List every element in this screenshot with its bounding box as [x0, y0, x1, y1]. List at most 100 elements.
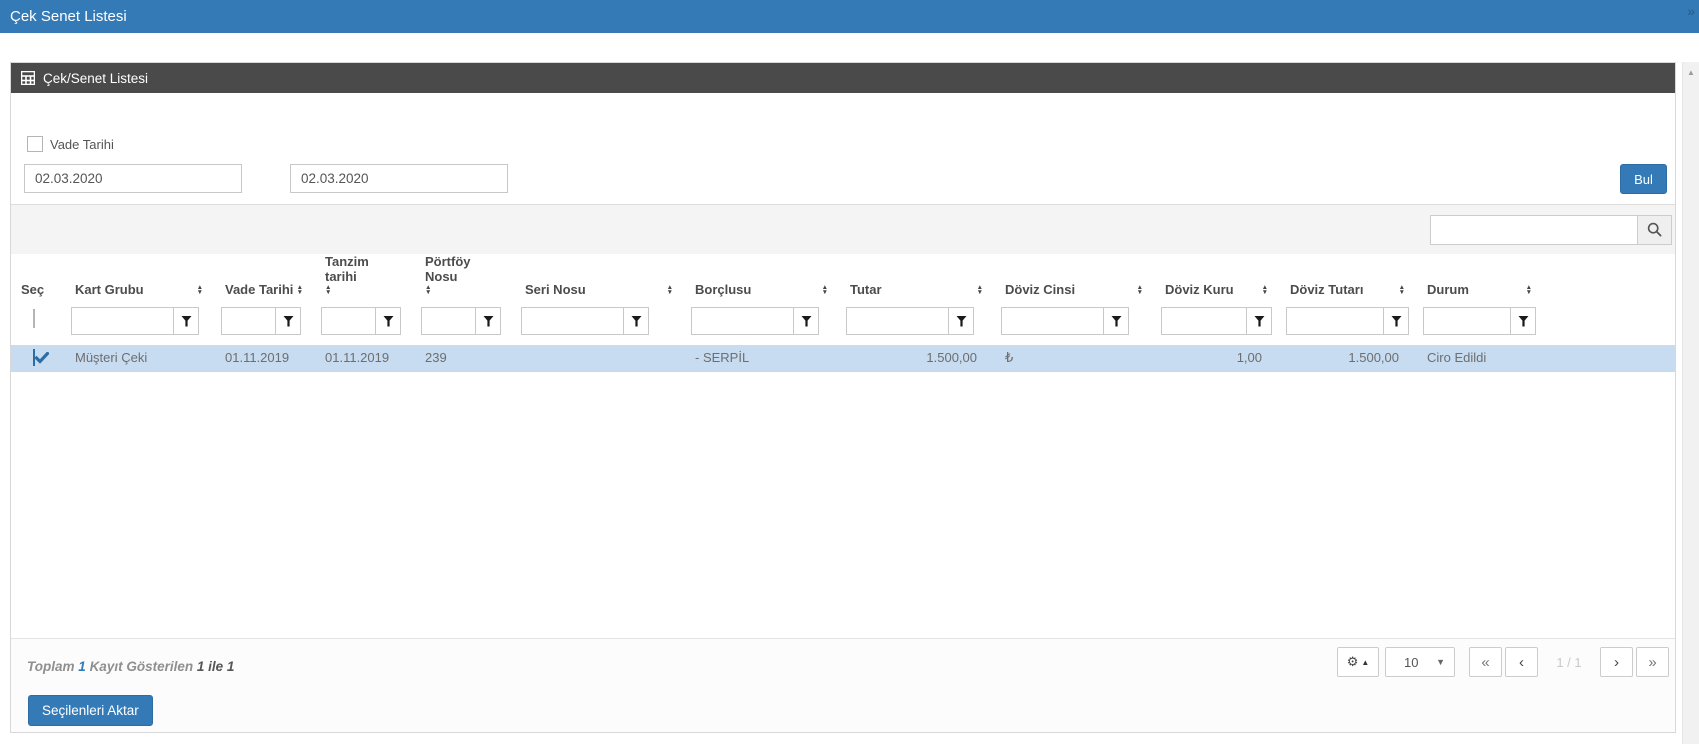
- filter-button[interactable]: [1103, 307, 1129, 335]
- table-search-input[interactable]: [1430, 215, 1637, 245]
- column-header-doviz-kuru[interactable]: Döviz Kuru ▲▼: [1151, 254, 1276, 305]
- cek-senet-panel: Çek/Senet Listesi Vade Tarihi Bul: [10, 62, 1676, 733]
- page-size-select[interactable]: 10 ▼: [1385, 647, 1455, 677]
- cell-borclusu: - SERPİL: [681, 343, 836, 371]
- table-toolbar: [11, 204, 1675, 254]
- page-scrollbar[interactable]: ▲: [1682, 62, 1699, 744]
- column-header-durum[interactable]: Durum ▲▼: [1413, 254, 1540, 305]
- funnel-icon: [181, 316, 192, 327]
- column-header-portfoy-nosu[interactable]: Pörtföy Nosu ▲▼: [411, 254, 511, 305]
- cek-senet-table: Seç Kart Grubu ▲▼ Vade Tarihi ▲▼ Tanzim …: [11, 254, 1675, 372]
- filter-cell-spacer: [1540, 305, 1675, 343]
- funnel-icon: [956, 316, 967, 327]
- filter-button[interactable]: [623, 307, 649, 335]
- next-page-button[interactable]: ›: [1600, 647, 1633, 677]
- column-header-sec: Seç: [11, 254, 61, 305]
- sort-icon[interactable]: ▲▼: [1137, 285, 1143, 297]
- caret-down-icon: ▼: [1436, 657, 1445, 667]
- export-selected-button[interactable]: Seçilenleri Aktar: [28, 695, 153, 726]
- doviz-kuru-filter-input[interactable]: [1161, 307, 1246, 335]
- filter-cell-kart-grubu: [61, 305, 211, 343]
- tutar-filter-input[interactable]: [846, 307, 948, 335]
- filter-button[interactable]: [475, 307, 501, 335]
- row-select-cell: [11, 343, 61, 371]
- filter-cell-tanzim-tarihi: [311, 305, 411, 343]
- column-header-seri-nosu[interactable]: Seri Nosu ▲▼: [511, 254, 681, 305]
- last-page-button[interactable]: »: [1636, 647, 1669, 677]
- table-grid-icon: [21, 71, 35, 85]
- app-header: Çek Senet Listesi »: [0, 0, 1699, 33]
- filter-cell-portfoy-nosu: [411, 305, 511, 343]
- funnel-icon: [631, 316, 642, 327]
- column-header-vade-tarihi[interactable]: Vade Tarihi ▲▼: [211, 254, 311, 305]
- bul-button[interactable]: Bul: [1620, 164, 1667, 194]
- cell-tutar: 1.500,00: [836, 343, 991, 371]
- sort-icon[interactable]: ▲▼: [1399, 285, 1405, 297]
- select-all-checkbox[interactable]: [33, 309, 35, 328]
- table-header-row: Seç Kart Grubu ▲▼ Vade Tarihi ▲▼ Tanzim …: [11, 254, 1675, 305]
- seri-nosu-filter-input[interactable]: [521, 307, 623, 335]
- column-header-spacer: [1540, 254, 1675, 305]
- sort-icon[interactable]: ▲▼: [297, 285, 303, 297]
- column-header-tanzim-tarihi[interactable]: Tanzim tarihi ▲▼: [311, 254, 411, 305]
- funnel-icon: [1111, 316, 1122, 327]
- funnel-icon: [383, 316, 394, 327]
- filter-button[interactable]: [1510, 307, 1536, 335]
- sort-icon[interactable]: ▲▼: [667, 285, 673, 297]
- kart-grubu-filter-input[interactable]: [71, 307, 173, 335]
- doviz-tutari-filter-input[interactable]: [1286, 307, 1383, 335]
- prev-page-button[interactable]: ‹: [1505, 647, 1538, 677]
- cell-tanzim-tarihi: 01.11.2019: [311, 343, 411, 371]
- vade-tarihi-filter-input[interactable]: [221, 307, 275, 335]
- filter-button[interactable]: [275, 307, 301, 335]
- magnifier-icon: [1647, 222, 1662, 237]
- column-header-doviz-tutari[interactable]: Döviz Tutarı ▲▼: [1276, 254, 1413, 305]
- date-from-input[interactable]: [24, 164, 242, 193]
- cell-kart-grubu: Müşteri Çeki: [61, 343, 211, 371]
- column-header-doviz-cinsi[interactable]: Döviz Cinsi ▲▼: [991, 254, 1151, 305]
- sort-icon[interactable]: ▲▼: [325, 285, 331, 297]
- sort-icon[interactable]: ▲▼: [977, 285, 983, 297]
- corner-chevrons-icon: »: [1687, 3, 1695, 19]
- scroll-up-icon[interactable]: ▲: [1683, 68, 1699, 77]
- funnel-icon: [1391, 316, 1402, 327]
- double-chevron-left-icon: «: [1481, 654, 1489, 671]
- funnel-icon: [1254, 316, 1265, 327]
- portfoy-nosu-filter-input[interactable]: [421, 307, 475, 335]
- durum-filter-input[interactable]: [1423, 307, 1510, 335]
- record-summary: Toplam 1 Kayıt Gösterilen 1 ile 1: [27, 659, 234, 674]
- filter-cell-sec: [11, 305, 61, 343]
- sort-icon[interactable]: ▲▼: [425, 285, 431, 297]
- date-to-input[interactable]: [290, 164, 508, 193]
- column-header-borclusu[interactable]: Borçlusu ▲▼: [681, 254, 836, 305]
- first-page-button[interactable]: «: [1469, 647, 1502, 677]
- doviz-cinsi-filter-input[interactable]: [1001, 307, 1103, 335]
- cell-vade-tarihi: 01.11.2019: [211, 343, 311, 371]
- column-header-tutar[interactable]: Tutar ▲▼: [836, 254, 991, 305]
- filter-button[interactable]: [948, 307, 974, 335]
- filter-button[interactable]: [173, 307, 199, 335]
- panel-header: Çek/Senet Listesi: [11, 63, 1675, 93]
- cell-spacer: [1540, 343, 1675, 371]
- column-header-kart-grubu[interactable]: Kart Grubu ▲▼: [61, 254, 211, 305]
- search-button[interactable]: [1637, 215, 1672, 245]
- page-title: Çek Senet Listesi: [10, 8, 127, 25]
- sort-icon[interactable]: ▲▼: [822, 285, 828, 297]
- filter-button[interactable]: [375, 307, 401, 335]
- table-row[interactable]: Müşteri Çeki 01.11.2019 01.11.2019 239 -…: [11, 343, 1675, 371]
- filter-button[interactable]: [1246, 307, 1272, 335]
- data-table-wrap: Seç Kart Grubu ▲▼ Vade Tarihi ▲▼ Tanzim …: [11, 254, 1675, 372]
- borclusu-filter-input[interactable]: [691, 307, 793, 335]
- record-range: 1 ile 1: [197, 659, 235, 674]
- sort-icon[interactable]: ▲▼: [197, 285, 203, 297]
- table-settings-button[interactable]: ⚙ ▲: [1337, 647, 1379, 677]
- sort-icon[interactable]: ▲▼: [1262, 285, 1268, 297]
- row-checkbox[interactable]: [33, 349, 35, 366]
- sort-icon[interactable]: ▲▼: [1526, 285, 1532, 297]
- filter-button[interactable]: [1383, 307, 1409, 335]
- tanzim-tarihi-filter-input[interactable]: [321, 307, 375, 335]
- filter-button[interactable]: [793, 307, 819, 335]
- cell-doviz-kuru: 1,00: [1151, 343, 1276, 371]
- vade-tarihi-checkbox[interactable]: [27, 136, 43, 152]
- filter-cell-seri-nosu: [511, 305, 681, 343]
